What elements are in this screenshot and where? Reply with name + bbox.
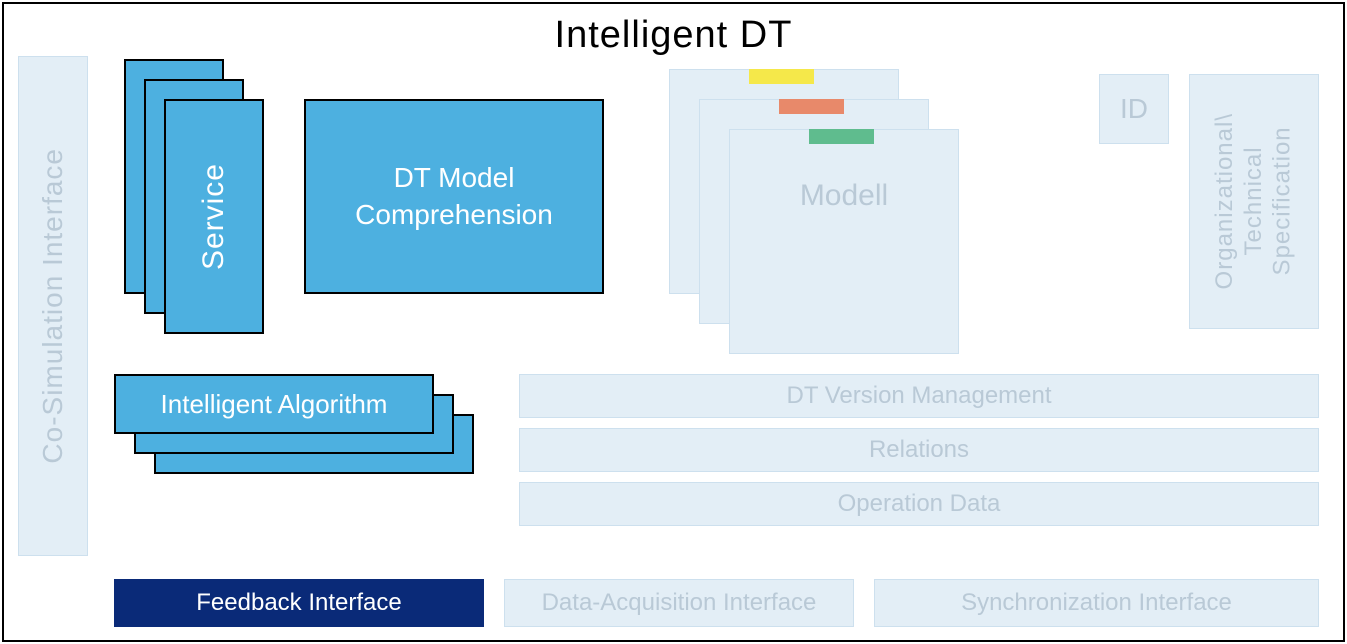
feedback-interface-label: Feedback Interface xyxy=(196,589,401,617)
co-simulation-interface-box: Co-Simulation Interface xyxy=(18,56,88,556)
modell-tab-green xyxy=(809,129,874,144)
dt-version-management-bar: DT Version Management xyxy=(519,374,1319,418)
dt-model-comprehension-box: DT Model Comprehension xyxy=(304,99,604,294)
org-tech-spec-box: Organizational\ Technical Specification xyxy=(1189,74,1319,329)
relations-bar: Relations xyxy=(519,428,1319,472)
org-tech-spec-label: Organizational\ Technical Specification xyxy=(1211,113,1297,289)
intelligent-algorithm-card-front: Intelligent Algorithm xyxy=(114,374,434,434)
data-acquisition-interface-box: Data-Acquisition Interface xyxy=(504,579,854,627)
modell-card-front xyxy=(729,129,959,354)
intelligent-algorithm-label: Intelligent Algorithm xyxy=(161,389,388,420)
service-card-front: Service xyxy=(164,99,264,334)
id-label: ID xyxy=(1120,93,1148,125)
diagram-frame: Intelligent DT Co-Simulation Interface S… xyxy=(2,2,1345,642)
modell-label: Modell xyxy=(729,179,959,213)
operation-data-bar: Operation Data xyxy=(519,482,1319,526)
diagram-title: Intelligent DT xyxy=(4,14,1343,57)
relations-label: Relations xyxy=(869,436,969,464)
modell-tab-orange xyxy=(779,99,844,114)
dt-model-comprehension-label: DT Model Comprehension xyxy=(355,160,553,233)
dt-version-management-label: DT Version Management xyxy=(786,382,1051,410)
operation-data-label: Operation Data xyxy=(838,490,1001,518)
synchronization-interface-box: Synchronization Interface xyxy=(874,579,1319,627)
service-label: Service xyxy=(197,163,231,270)
feedback-interface-box: Feedback Interface xyxy=(114,579,484,627)
modell-tab-yellow xyxy=(749,69,814,84)
data-acquisition-interface-label: Data-Acquisition Interface xyxy=(542,589,817,617)
co-simulation-label: Co-Simulation Interface xyxy=(37,148,69,464)
id-box: ID xyxy=(1099,74,1169,144)
synchronization-interface-label: Synchronization Interface xyxy=(961,589,1232,617)
